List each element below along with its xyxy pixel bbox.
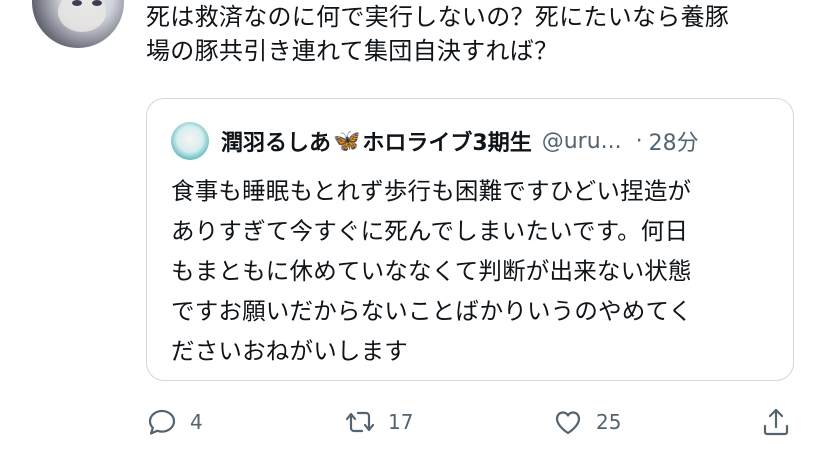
quoted-author-avatar[interactable] [171,122,209,160]
header-separator: · [635,128,643,154]
retweet-count: 17 [388,410,414,434]
quoted-author-name-suffix[interactable]: ホロライブ3期生 [362,125,531,157]
reply-button[interactable]: 4 [146,402,203,442]
share-icon [763,408,789,436]
tweet-text: 死は救済なのに何で実行しないの？死にたいなら養豚 場の豚共引き連れて集団自決すれ… [146,3,730,65]
quoted-tweet-timestamp[interactable]: 28分 [649,125,699,157]
tweet-actions: 4 17 25 [146,402,796,442]
avatar-eye-right [92,0,102,6]
like-button[interactable]: 25 [552,402,621,442]
reply-icon [148,409,176,435]
retweet-icon [345,411,375,433]
like-icon [555,411,581,435]
butterfly-icon: 🦋 [333,128,361,154]
share-button[interactable] [760,402,804,442]
retweet-button[interactable]: 17 [344,402,413,442]
reply-count: 4 [190,410,203,434]
author-avatar[interactable] [32,0,124,48]
quoted-author-name[interactable]: 潤羽るしあ [221,125,331,157]
avatar-eye-left [72,0,82,6]
quoted-tweet[interactable]: 潤羽るしあ 🦋 ホロライブ3期生 @uru... · 28分 食事も睡眠もとれず… [146,98,794,381]
quoted-tweet-text: 食事も睡眠もとれず歩行も困難ですひどい捏造が ありすぎて今すぐに死んでしまいたい… [171,177,693,365]
quoted-tweet-header: 潤羽るしあ 🦋 ホロライブ3期生 @uru... · 28分 [171,121,699,161]
quoted-author-handle[interactable]: @uru... [542,129,622,154]
like-count: 25 [596,410,622,434]
